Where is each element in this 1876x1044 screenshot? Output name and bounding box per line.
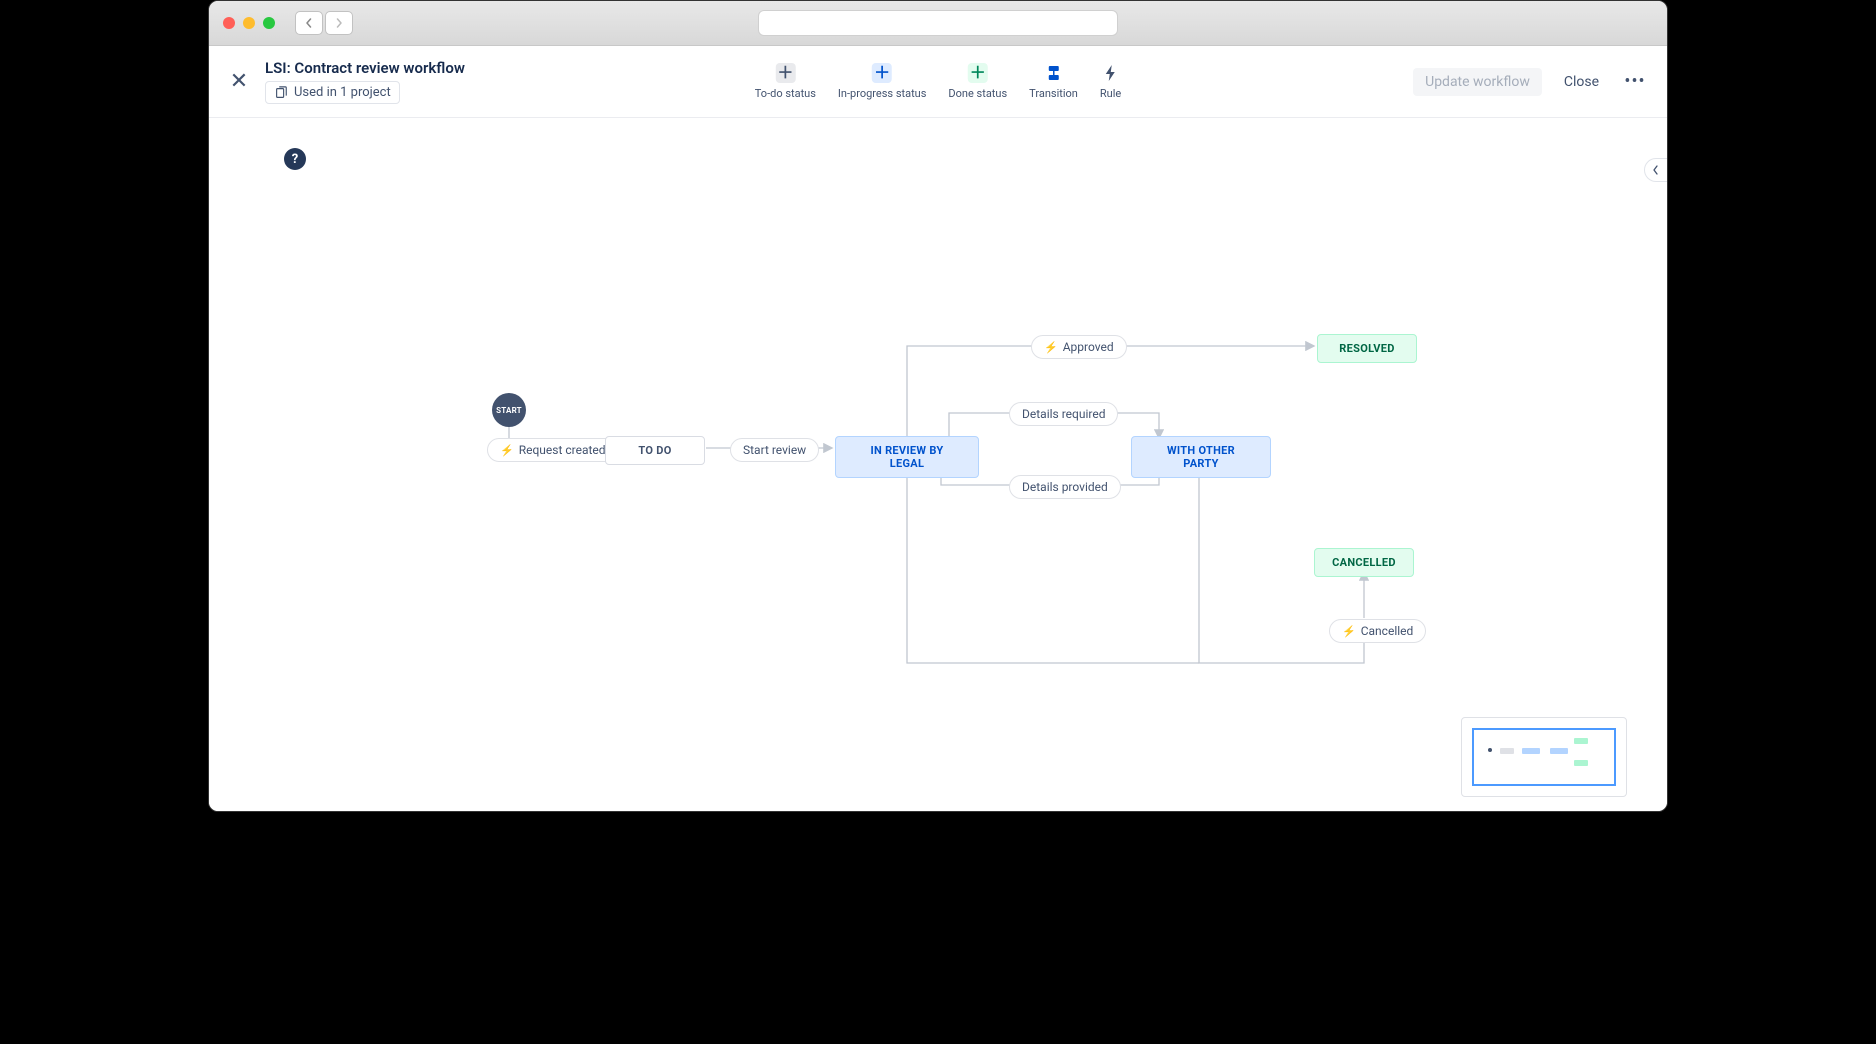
transition-details-provided[interactable]: Details provided (1009, 475, 1121, 499)
minimize-window-icon[interactable] (243, 17, 255, 29)
plus-icon: ＋ (968, 63, 988, 83)
bolt-icon: ⚡ (1044, 341, 1058, 354)
minimap-node (1500, 748, 1514, 754)
minimap-node (1574, 738, 1588, 744)
status-in-review-by-legal[interactable]: IN REVIEW BY LEGAL (835, 436, 979, 478)
url-bar[interactable] (758, 10, 1118, 36)
copy-icon (274, 86, 288, 100)
close-window-icon[interactable] (223, 17, 235, 29)
status-label: CANCELLED (1332, 556, 1396, 569)
start-node-label: START (496, 406, 522, 415)
plus-icon: ＋ (872, 63, 892, 83)
forward-button[interactable] (325, 11, 353, 35)
used-in-badge[interactable]: Used in 1 project (265, 81, 400, 104)
transition-icon (1044, 63, 1064, 83)
update-workflow-button[interactable]: Update workflow (1413, 68, 1542, 96)
status-label: WITH OTHER PARTY (1167, 444, 1235, 470)
add-todo-status-button[interactable]: ＋ To-do status (755, 63, 816, 100)
title-block: LSI: Contract review workflow Used in 1 … (265, 59, 465, 104)
status-with-other-party[interactable]: WITH OTHER PARTY (1131, 436, 1271, 478)
plus-icon: ＋ (775, 63, 795, 83)
back-button[interactable] (295, 11, 323, 35)
traffic-lights (223, 17, 275, 29)
transition-label: Cancelled (1361, 624, 1414, 638)
status-to-do[interactable]: TO DO (605, 436, 705, 465)
add-inprogress-status-button[interactable]: ＋ In-progress status (838, 63, 927, 100)
add-done-status-button[interactable]: ＋ Done status (948, 63, 1007, 100)
window-titlebar (209, 1, 1667, 46)
minimap-start-dot (1488, 748, 1492, 752)
status-toolbar: ＋ To-do status ＋ In-progress status ＋ Do… (755, 63, 1121, 100)
maximize-window-icon[interactable] (263, 17, 275, 29)
status-label: TO DO (638, 444, 671, 457)
toolbar-label: Done status (948, 87, 1007, 100)
bolt-icon (1101, 63, 1121, 83)
toolbar-label: To-do status (755, 87, 816, 100)
minimap-node (1574, 760, 1588, 766)
transition-label: Start review (743, 443, 806, 457)
used-in-text: Used in 1 project (294, 85, 391, 100)
header-right-actions: Update workflow Close ••• (1413, 68, 1649, 96)
more-menu-icon[interactable]: ••• (1621, 71, 1649, 92)
editor-header: ✕ LSI: Contract review workflow Used in … (209, 46, 1667, 118)
toolbar-label: Transition (1029, 87, 1078, 100)
transition-start-review[interactable]: Start review (730, 438, 819, 462)
add-rule-button[interactable]: Rule (1100, 63, 1121, 100)
transition-label: Details provided (1022, 480, 1108, 494)
transition-details-required[interactable]: Details required (1009, 402, 1118, 426)
start-node[interactable]: START (492, 393, 526, 427)
close-icon[interactable]: ✕ (227, 69, 251, 94)
minimap-node (1550, 748, 1568, 754)
workflow-canvas[interactable]: ? (209, 118, 1667, 811)
minimap-viewport (1472, 728, 1616, 786)
transition-cancelled[interactable]: ⚡ Cancelled (1329, 619, 1426, 643)
transition-approved[interactable]: ⚡ Approved (1031, 335, 1127, 359)
transition-label: Approved (1063, 340, 1114, 354)
add-transition-button[interactable]: Transition (1029, 63, 1078, 100)
app-window: ✕ LSI: Contract review workflow Used in … (208, 0, 1668, 812)
bolt-icon: ⚡ (500, 444, 514, 457)
minimap[interactable] (1461, 717, 1627, 797)
minimap-node (1522, 748, 1540, 754)
transition-request-created[interactable]: ⚡ Request created (487, 438, 619, 462)
workflow-title: LSI: Contract review workflow (265, 59, 465, 77)
status-cancelled[interactable]: CANCELLED (1314, 548, 1414, 577)
status-label: IN REVIEW BY LEGAL (870, 444, 943, 470)
toolbar-label: Rule (1100, 87, 1121, 100)
transition-label: Request created (519, 443, 606, 457)
bolt-icon: ⚡ (1342, 625, 1356, 638)
transition-label: Details required (1022, 407, 1105, 421)
status-resolved[interactable]: RESOLVED (1317, 334, 1417, 363)
status-label: RESOLVED (1339, 342, 1394, 355)
close-button[interactable]: Close (1552, 68, 1611, 96)
toolbar-label: In-progress status (838, 87, 927, 100)
nav-buttons (295, 11, 353, 35)
